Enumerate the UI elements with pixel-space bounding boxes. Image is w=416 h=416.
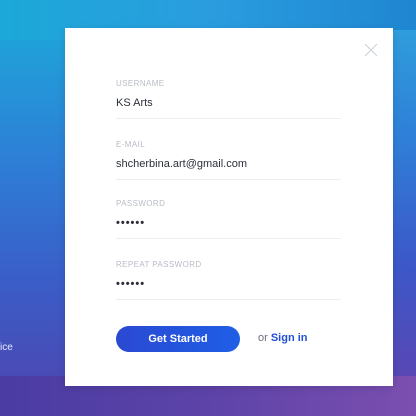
repeat-password-input[interactable]: •••••• [116, 278, 341, 300]
background-partial-text: ice [0, 342, 13, 353]
sign-in-link[interactable]: Sign in [271, 332, 308, 344]
email-label: E-MAIL [116, 140, 146, 149]
username-field: USERNAME KS Arts [116, 79, 341, 119]
password-label: PASSWORD [116, 199, 166, 208]
background-left-panel [0, 40, 70, 380]
password-input[interactable]: •••••• [116, 217, 341, 239]
sign-in-prompt: or Sign in [258, 332, 308, 344]
password-field: PASSWORD •••••• [116, 199, 341, 239]
sign-in-prefix: or [258, 332, 268, 344]
repeat-password-label: REPEAT PASSWORD [116, 260, 202, 269]
username-label: USERNAME [116, 79, 165, 88]
get-started-button[interactable]: Get Started [116, 326, 240, 352]
repeat-password-field: REPEAT PASSWORD •••••• [116, 260, 341, 300]
close-icon[interactable] [363, 42, 379, 58]
email-field: E-MAIL shcherbina.art@gmail.com [116, 140, 341, 180]
email-input[interactable]: shcherbina.art@gmail.com [116, 158, 341, 180]
username-input[interactable]: KS Arts [116, 97, 341, 119]
signup-modal: USERNAME KS Arts E-MAIL shcherbina.art@g… [65, 28, 393, 386]
